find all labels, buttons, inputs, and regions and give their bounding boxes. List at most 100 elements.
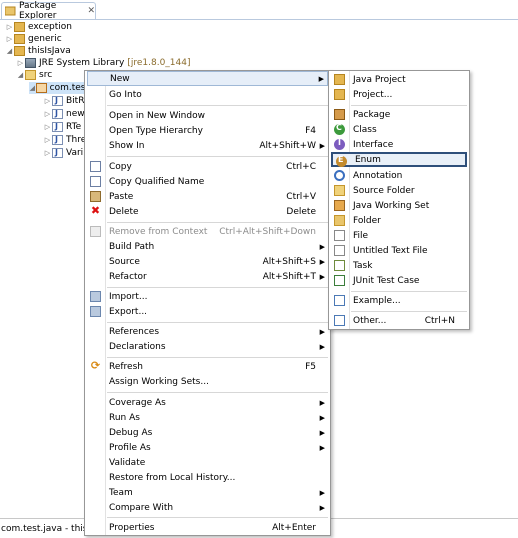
menu-item-team[interactable]: Team ▶ [87, 485, 328, 500]
menu-item-label: Go Into [109, 89, 142, 100]
collapse-icon[interactable]: ◢ [16, 71, 25, 79]
menu-item-label: Coverage As [109, 397, 166, 408]
menu-item-go-into[interactable]: Go Into [87, 87, 328, 102]
submenu-item-other[interactable]: Other... Ctrl+N [331, 313, 467, 328]
tree-item-java-file[interactable]: ▷ RTe [43, 121, 81, 133]
submenu-item-example[interactable]: Example... [331, 293, 467, 308]
tree-item-jre-library[interactable]: ▷ JRE System Library [jre1.8.0_144] [16, 57, 191, 69]
tree-item-java-file[interactable]: ▷ new [43, 108, 85, 120]
expand-icon[interactable]: ▷ [5, 35, 14, 43]
menu-item-validate[interactable]: Validate [87, 455, 328, 470]
example-icon [334, 295, 345, 306]
class-icon [334, 123, 345, 135]
menu-item-shortcut: F4 [305, 125, 316, 136]
menu-item-label: Task [353, 260, 373, 271]
tree-item-label: new [66, 109, 85, 119]
menu-item-show-in[interactable]: Show In Alt+Shift+W ▶ [87, 138, 328, 153]
menu-item-label: Profile As [109, 442, 151, 453]
menu-item-source[interactable]: Source Alt+Shift+S ▶ [87, 254, 328, 269]
submenu-arrow-icon: ▶ [319, 327, 325, 336]
menu-item-build-path[interactable]: Build Path ▶ [87, 239, 328, 254]
menu-item-label: Debug As [109, 427, 153, 438]
tree-item-thisisjava[interactable]: ◢ thisIsJava [5, 45, 71, 57]
expand-icon[interactable]: ▷ [16, 59, 25, 67]
menu-item-coverage-as[interactable]: Coverage As ▶ [87, 395, 328, 410]
menu-item-restore-from-local-history[interactable]: Restore from Local History... [87, 470, 328, 485]
expand-icon[interactable]: ▷ [43, 149, 52, 157]
submenu-item-junit-test-case[interactable]: JUnit Test Case [331, 273, 467, 288]
close-icon[interactable]: ✕ [87, 6, 95, 16]
junit-icon [334, 275, 345, 286]
tree-item-java-file[interactable]: ▷ Thre [43, 134, 86, 146]
tree-item-generic[interactable]: ▷ generic [5, 33, 62, 45]
menu-item-refactor[interactable]: Refactor Alt+Shift+T ▶ [87, 269, 328, 284]
submenu-item-java-project[interactable]: Java Project [331, 72, 467, 87]
menu-item-properties[interactable]: Properties Alt+Enter [87, 520, 328, 535]
menu-item-export[interactable]: Export... [87, 304, 328, 319]
java-file-icon [52, 109, 63, 119]
expand-icon[interactable]: ▷ [5, 23, 14, 31]
submenu-item-project[interactable]: Project... [331, 87, 467, 102]
menu-item-refresh[interactable]: ⟳ Refresh F5 [87, 359, 328, 374]
tree-item-exception[interactable]: ▷ exception [5, 21, 72, 33]
submenu-arrow-icon: ▶ [319, 257, 325, 266]
menu-item-delete[interactable]: ✖ Delete Delete [87, 204, 328, 219]
menu-item-copy-qualified-name[interactable]: Copy Qualified Name [87, 174, 328, 189]
submenu-arrow-icon: ▶ [319, 242, 325, 251]
submenu-item-class[interactable]: Class [331, 122, 467, 137]
tree-item-src[interactable]: ◢ src [16, 69, 52, 81]
menu-item-label: Java Project [353, 74, 406, 85]
menu-item-compare-with[interactable]: Compare With ▶ [87, 500, 328, 515]
submenu-item-java-working-set[interactable]: Java Working Set [331, 198, 467, 213]
menu-separator [351, 105, 467, 106]
expand-icon[interactable]: ▷ [43, 136, 52, 144]
menu-item-open-type-hierarchy[interactable]: Open Type Hierarchy F4 [87, 123, 328, 138]
menu-item-new[interactable]: New ▶ [87, 71, 328, 86]
submenu-item-enum[interactable]: Enum [331, 152, 467, 167]
menu-item-label: Show In [109, 140, 145, 151]
submenu-item-file[interactable]: File [331, 228, 467, 243]
menu-item-profile-as[interactable]: Profile As ▶ [87, 440, 328, 455]
menu-item-import[interactable]: Import... [87, 289, 328, 304]
menu-item-assign-working-sets[interactable]: Assign Working Sets... [87, 374, 328, 389]
menu-item-label: Properties [109, 522, 155, 533]
submenu-item-folder[interactable]: Folder [331, 213, 467, 228]
tree-item-com-test[interactable]: ◢ com.test [29, 82, 89, 94]
tree-item-java-file[interactable]: ▷ Vari [43, 147, 83, 159]
menu-item-copy[interactable]: Copy Ctrl+C [87, 159, 328, 174]
menu-item-paste[interactable]: Paste Ctrl+V [87, 189, 328, 204]
menu-item-label: Import... [109, 291, 148, 302]
submenu-item-annotation[interactable]: Annotation [331, 168, 467, 183]
submenu-item-task[interactable]: Task [331, 258, 467, 273]
project-icon [14, 46, 25, 56]
collapse-icon[interactable]: ◢ [5, 47, 14, 55]
menu-item-open-in-new-window[interactable]: Open in New Window [87, 108, 328, 123]
menu-item-label: Run As [109, 412, 140, 423]
submenu-arrow-icon: ▶ [318, 74, 324, 83]
menu-item-run-as[interactable]: Run As ▶ [87, 410, 328, 425]
expand-icon[interactable]: ▷ [43, 110, 52, 118]
submenu-item-interface[interactable]: Interface [331, 137, 467, 152]
package-icon [334, 109, 345, 120]
submenu-arrow-icon: ▶ [319, 443, 325, 452]
menu-separator [107, 105, 328, 106]
menu-item-references[interactable]: References ▶ [87, 324, 328, 339]
submenu-arrow-icon: ▶ [319, 141, 325, 150]
menu-item-shortcut: F5 [305, 361, 316, 372]
java-file-icon [52, 148, 63, 158]
tree-item-java-file[interactable]: ▷ BitR [43, 95, 84, 107]
menu-item-declarations[interactable]: Declarations ▶ [87, 339, 328, 354]
submenu-item-package[interactable]: Package [331, 107, 467, 122]
package-icon [35, 83, 47, 93]
submenu-item-source-folder[interactable]: Source Folder [331, 183, 467, 198]
menu-item-label: Class [353, 124, 377, 135]
menu-separator [107, 156, 328, 157]
expand-icon[interactable]: ▷ [43, 97, 52, 105]
submenu-item-untitled-text-file[interactable]: Untitled Text File [331, 243, 467, 258]
collapse-icon[interactable]: ◢ [29, 84, 36, 92]
menu-item-shortcut: Delete [286, 206, 316, 217]
package-explorer-tab[interactable]: Package Explorer ✕ [1, 1, 96, 21]
expand-icon[interactable]: ▷ [43, 123, 52, 131]
menu-item-debug-as[interactable]: Debug As ▶ [87, 425, 328, 440]
menu-item-label: Interface [353, 139, 394, 150]
